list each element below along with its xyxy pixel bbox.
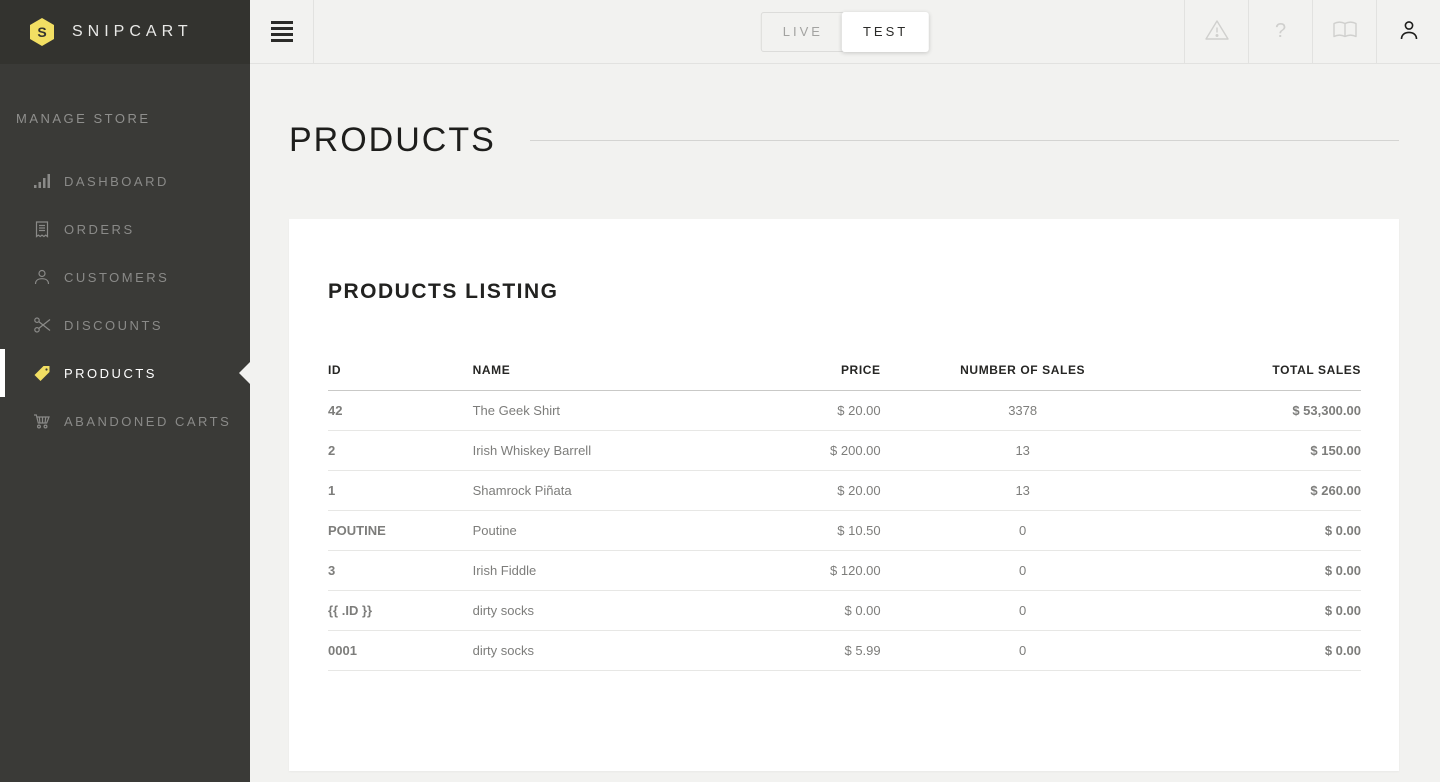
sidebar-item-label: ORDERS	[64, 222, 135, 237]
table-row[interactable]: {{ .ID }} dirty socks $ 0.00 0 $ 0.00	[328, 590, 1361, 630]
cell-id: {{ .ID }}	[328, 590, 473, 630]
warning-icon	[1204, 18, 1230, 45]
table-row[interactable]: 0001 dirty socks $ 5.99 0 $ 0.00	[328, 630, 1361, 670]
cell-total-sales: $ 0.00	[1165, 630, 1361, 670]
cell-name: Shamrock Piñata	[473, 470, 731, 510]
cell-total-sales: $ 53,300.00	[1165, 390, 1361, 430]
cell-price: $ 0.00	[731, 590, 881, 630]
cell-name: Irish Whiskey Barrell	[473, 430, 731, 470]
customer-icon	[33, 268, 51, 286]
sidebar-item-label: DASHBOARD	[64, 174, 169, 189]
page-head: PRODUCTS	[289, 119, 1399, 161]
docs-book-icon	[1332, 20, 1358, 43]
cell-total-sales: $ 0.00	[1165, 510, 1361, 550]
cell-name: Poutine	[473, 510, 731, 550]
snipcart-logo[interactable]: S SNIPCART	[0, 0, 250, 64]
table-row[interactable]: 42 The Geek Shirt $ 20.00 3378 $ 53,300.…	[328, 390, 1361, 430]
column-header-name: NAME	[473, 351, 731, 390]
cell-number-of-sales: 0	[881, 510, 1165, 550]
sidebar-item-dashboard[interactable]: DASHBOARD	[0, 157, 250, 205]
snipcart-hexagon-icon: S	[28, 17, 56, 47]
cell-total-sales: $ 0.00	[1165, 590, 1361, 630]
cell-id: 42	[328, 390, 473, 430]
cell-name: The Geek Shirt	[473, 390, 731, 430]
main-column: LIVE TEST ?	[250, 0, 1440, 782]
sidebar-item-label: PRODUCTS	[64, 366, 157, 381]
topbar: LIVE TEST ?	[250, 0, 1440, 64]
cell-id: 3	[328, 550, 473, 590]
receipt-icon	[33, 220, 51, 238]
topbar-icons: ?	[1184, 0, 1440, 63]
cell-name: Irish Fiddle	[473, 550, 731, 590]
sidebar-nav: DASHBOARD ORDERS CUSTO	[0, 157, 250, 445]
cell-name: dirty socks	[473, 590, 731, 630]
table-row[interactable]: POUTINE Poutine $ 10.50 0 $ 0.00	[328, 510, 1361, 550]
products-table: ID NAME PRICE NUMBER OF SALES TOTAL SALE…	[328, 351, 1361, 671]
cell-price: $ 200.00	[731, 430, 881, 470]
cell-id: 0001	[328, 630, 473, 670]
cell-price: $ 20.00	[731, 470, 881, 510]
sidebar-item-orders[interactable]: ORDERS	[0, 205, 250, 253]
active-notch	[239, 362, 250, 384]
page-title: PRODUCTS	[289, 119, 496, 161]
sidebar-item-abandoned-carts[interactable]: ABANDONED CARTS	[0, 397, 250, 445]
sidebar-item-products[interactable]: PRODUCTS	[0, 349, 250, 397]
logo-text: SNIPCART	[72, 23, 193, 41]
account-icon	[1398, 19, 1420, 44]
sidebar-section-label: MANAGE STORE	[0, 111, 250, 127]
live-mode-button[interactable]: LIVE	[761, 12, 845, 52]
content-area: PRODUCTS PRODUCTS LISTING ID NAME PRICE …	[250, 64, 1440, 782]
warning-button[interactable]	[1184, 0, 1248, 63]
cart-icon	[33, 412, 51, 430]
test-mode-button[interactable]: TEST	[842, 12, 929, 52]
column-header-total-sales: TOTAL SALES	[1165, 351, 1361, 390]
sidebar: S SNIPCART MANAGE STORE DASHBOARD	[0, 0, 250, 782]
bar-chart-icon	[33, 172, 51, 190]
title-divider	[530, 140, 1399, 141]
sidebar-item-label: DISCOUNTS	[64, 318, 163, 333]
products-listing-card: PRODUCTS LISTING ID NAME PRICE NUMBER OF…	[289, 219, 1399, 771]
cell-price: $ 5.99	[731, 630, 881, 670]
cell-id: POUTINE	[328, 510, 473, 550]
cell-number-of-sales: 0	[881, 550, 1165, 590]
sidebar-item-label: CUSTOMERS	[64, 270, 169, 285]
cell-name: dirty socks	[473, 630, 731, 670]
column-header-id: ID	[328, 351, 473, 390]
column-header-price: PRICE	[731, 351, 881, 390]
app-root: S SNIPCART MANAGE STORE DASHBOARD	[0, 0, 1440, 782]
cell-number-of-sales: 13	[881, 430, 1165, 470]
cell-total-sales: $ 150.00	[1165, 430, 1361, 470]
card-heading: PRODUCTS LISTING	[328, 280, 1361, 304]
column-header-number-of-sales: NUMBER OF SALES	[881, 351, 1165, 390]
sidebar-item-customers[interactable]: CUSTOMERS	[0, 253, 250, 301]
cell-total-sales: $ 0.00	[1165, 550, 1361, 590]
docs-button[interactable]	[1312, 0, 1376, 63]
tag-icon	[33, 364, 51, 382]
cell-total-sales: $ 260.00	[1165, 470, 1361, 510]
active-indicator-bar	[0, 349, 5, 397]
cell-id: 2	[328, 430, 473, 470]
cell-number-of-sales: 13	[881, 470, 1165, 510]
scissors-icon	[33, 316, 51, 334]
table-header: ID NAME PRICE NUMBER OF SALES TOTAL SALE…	[328, 351, 1361, 390]
cell-number-of-sales: 0	[881, 630, 1165, 670]
cell-id: 1	[328, 470, 473, 510]
menu-toggle-button[interactable]	[250, 0, 314, 63]
svg-text:S: S	[37, 24, 46, 40]
account-button[interactable]	[1376, 0, 1440, 63]
hamburger-icon	[271, 21, 293, 42]
sidebar-item-label: ABANDONED CARTS	[64, 414, 231, 429]
sidebar-item-discounts[interactable]: DISCOUNTS	[0, 301, 250, 349]
help-icon: ?	[1275, 20, 1286, 43]
env-mode-toggle: LIVE TEST	[761, 12, 929, 52]
help-button[interactable]: ?	[1248, 0, 1312, 63]
cell-number-of-sales: 3378	[881, 390, 1165, 430]
table-row[interactable]: 1 Shamrock Piñata $ 20.00 13 $ 260.00	[328, 470, 1361, 510]
cell-price: $ 20.00	[731, 390, 881, 430]
cell-price: $ 10.50	[731, 510, 881, 550]
table-row[interactable]: 3 Irish Fiddle $ 120.00 0 $ 0.00	[328, 550, 1361, 590]
cell-price: $ 120.00	[731, 550, 881, 590]
table-row[interactable]: 2 Irish Whiskey Barrell $ 200.00 13 $ 15…	[328, 430, 1361, 470]
cell-number-of-sales: 0	[881, 590, 1165, 630]
